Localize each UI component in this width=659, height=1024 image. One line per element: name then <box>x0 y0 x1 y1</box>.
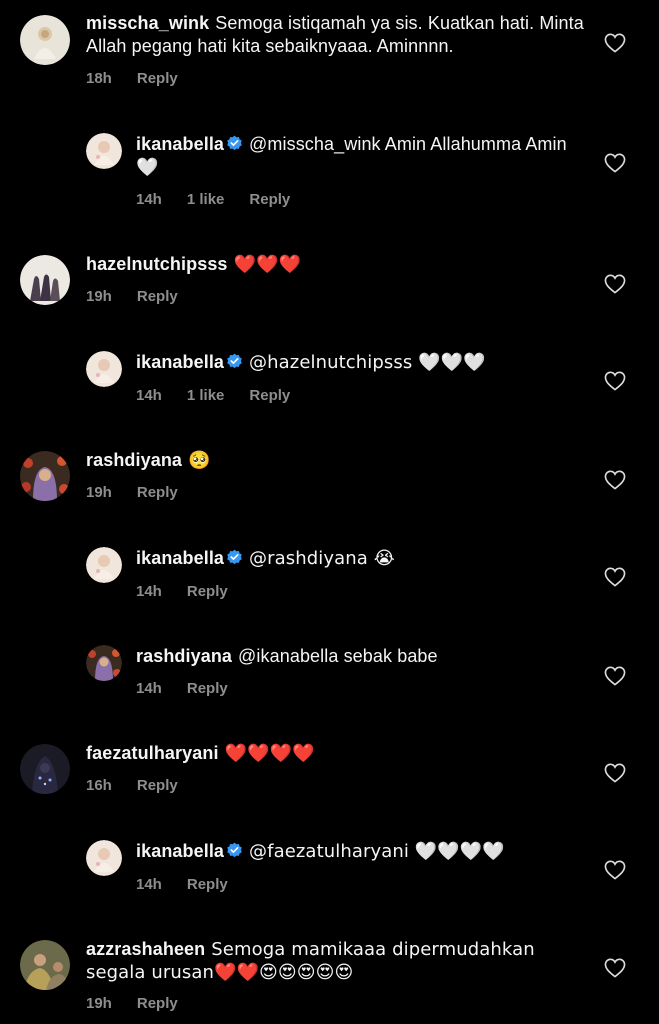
comment-text: ❤️❤️❤️ <box>233 254 302 275</box>
avatar[interactable] <box>86 547 122 583</box>
timestamp: 18h <box>86 70 112 87</box>
username[interactable]: rashdiyana <box>86 450 182 470</box>
heart-outline-icon[interactable] <box>604 666 626 686</box>
avatar[interactable] <box>20 451 70 501</box>
timestamp: 14h <box>136 387 162 404</box>
comment-text: @ikanabella sebak babe <box>238 646 438 666</box>
comment-body: rashdiyana 🥺 <box>86 449 586 472</box>
timestamp: 19h <box>86 484 112 501</box>
avatar[interactable] <box>20 940 70 990</box>
comment-meta: 16h Reply <box>86 777 203 795</box>
username[interactable]: rashdiyana <box>136 646 232 666</box>
like-count[interactable]: 1 like <box>187 191 225 209</box>
comment-meta: 14h 1 like Reply <box>136 191 315 209</box>
comment-text: @rashdiyana 😭 <box>249 548 395 569</box>
username[interactable]: faezatulharyani <box>86 743 219 763</box>
verified-badge-icon <box>226 549 243 566</box>
comment-body: misscha_wink Semoga istiqamah ya sis. Kua… <box>86 12 586 58</box>
heart-outline-icon[interactable] <box>604 567 626 587</box>
username[interactable]: ikanabella <box>136 548 224 568</box>
heart-outline-icon[interactable] <box>604 470 626 490</box>
comment-body: ikanabella @misscha_wink Amin Allahumma A… <box>136 133 576 179</box>
comment-body: ikanabella @faezatulharyani 🤍🤍🤍🤍 <box>136 840 576 863</box>
username[interactable]: hazelnutchipsss <box>86 254 228 274</box>
username[interactable]: misscha_wink <box>86 13 209 33</box>
username[interactable]: ikanabella <box>136 134 224 154</box>
comment-meta: 14h 1 like Reply <box>136 387 315 405</box>
comment-meta: 19h Reply <box>86 484 203 502</box>
username[interactable]: ikanabella <box>136 352 224 372</box>
heart-outline-icon[interactable] <box>604 33 626 53</box>
avatar[interactable] <box>86 133 122 169</box>
comment-meta: 14h Reply <box>136 876 253 894</box>
reply-button[interactable]: Reply <box>249 387 290 405</box>
comment-body: ikanabella @hazelnutchipsss 🤍🤍🤍 <box>136 351 576 374</box>
avatar[interactable] <box>20 255 70 305</box>
reply-button[interactable]: Reply <box>187 876 228 894</box>
comment-meta: 14h Reply <box>136 583 253 601</box>
reply-button[interactable]: Reply <box>137 484 178 502</box>
reply-button[interactable]: Reply <box>137 995 178 1013</box>
comment-meta: 18h Reply <box>86 70 203 88</box>
reply-button[interactable]: Reply <box>187 680 228 698</box>
timestamp: 14h <box>136 876 162 893</box>
comment-meta: 19h Reply <box>86 288 203 306</box>
avatar[interactable] <box>86 840 122 876</box>
avatar[interactable] <box>86 645 122 681</box>
timestamp: 14h <box>136 191 162 208</box>
comment-text: ❤️❤️❤️❤️ <box>224 743 315 764</box>
heart-outline-icon[interactable] <box>604 958 626 978</box>
timestamp: 19h <box>86 288 112 305</box>
comment-meta: 14h Reply <box>136 680 253 698</box>
username[interactable]: ikanabella <box>136 841 224 861</box>
comment-body: hazelnutchipsss ❤️❤️❤️ <box>86 253 586 276</box>
like-count[interactable]: 1 like <box>187 387 225 405</box>
timestamp: 14h <box>136 583 162 600</box>
comment-text: @faezatulharyani 🤍🤍🤍🤍 <box>249 841 505 862</box>
verified-badge-icon <box>226 135 243 152</box>
avatar[interactable] <box>86 351 122 387</box>
heart-outline-icon[interactable] <box>604 371 626 391</box>
comment-body: ikanabella @rashdiyana 😭 <box>136 547 576 570</box>
comment-text: 🥺 <box>188 450 211 471</box>
heart-outline-icon[interactable] <box>604 274 626 294</box>
timestamp: 14h <box>136 680 162 697</box>
heart-outline-icon[interactable] <box>604 763 626 783</box>
timestamp: 19h <box>86 995 112 1012</box>
comment-body: rashdiyana @ikanabella sebak babe <box>136 645 576 668</box>
heart-outline-icon[interactable] <box>604 860 626 880</box>
reply-button[interactable]: Reply <box>249 191 290 209</box>
username[interactable]: azzrashaheen <box>86 939 205 959</box>
avatar[interactable] <box>20 15 70 65</box>
verified-badge-icon <box>226 353 243 370</box>
comment-meta: 19h Reply <box>86 995 203 1013</box>
avatar[interactable] <box>20 744 70 794</box>
heart-outline-icon[interactable] <box>604 153 626 173</box>
reply-button[interactable]: Reply <box>137 70 178 88</box>
comment-body: azzrashaheen Semoga mamikaaa dipermudahka… <box>86 938 586 984</box>
reply-button[interactable]: Reply <box>137 288 178 306</box>
comment-body: faezatulharyani ❤️❤️❤️❤️ <box>86 742 586 765</box>
reply-button[interactable]: Reply <box>187 583 228 601</box>
reply-button[interactable]: Reply <box>137 777 178 795</box>
comment-text: @hazelnutchipsss 🤍🤍🤍 <box>249 352 486 373</box>
timestamp: 16h <box>86 777 112 794</box>
verified-badge-icon <box>226 842 243 859</box>
